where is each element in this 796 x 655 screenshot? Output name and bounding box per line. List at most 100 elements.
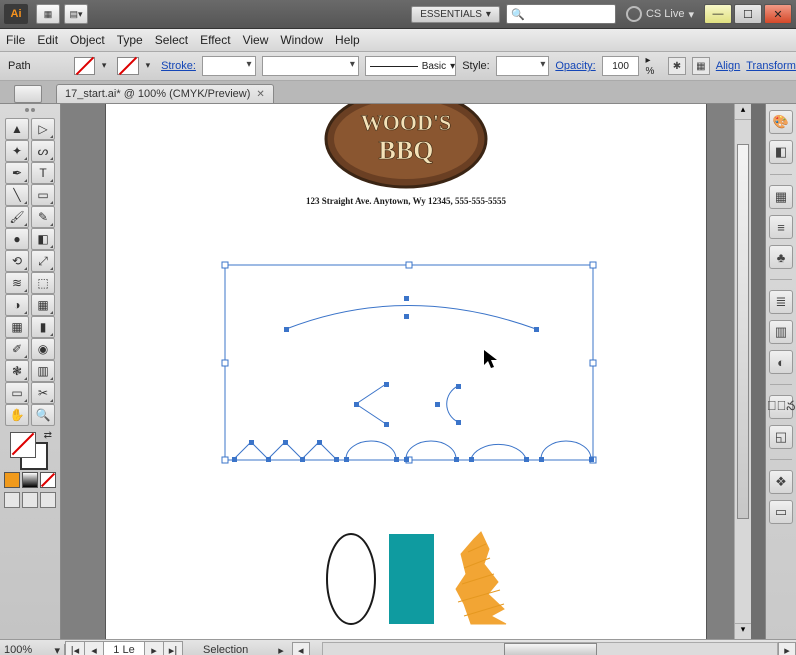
transform-link[interactable]: Transform	[746, 60, 796, 72]
transparency-panel-icon[interactable]: ◐	[769, 350, 793, 374]
hscroll-right[interactable]: ▸	[778, 642, 796, 655]
canvas-viewport[interactable]: WOOD'S BBQ 123 Straight Ave. Anytown, Wy…	[61, 104, 751, 639]
pen-tool[interactable]: ✒	[5, 162, 29, 184]
gradient-fill-chip[interactable]	[22, 472, 38, 488]
tab-arrange-button[interactable]	[14, 85, 42, 103]
arrange-docs-button[interactable]: ▤▾	[64, 4, 88, 24]
swatches-panel-icon[interactable]: ▦	[769, 185, 793, 209]
hand-tool[interactable]: ✋	[5, 404, 29, 426]
artboards-panel-icon[interactable]: ▭	[769, 500, 793, 524]
eyedropper-tool[interactable]: ✐	[5, 338, 29, 360]
menu-effect[interactable]: Effect	[200, 33, 230, 47]
artboard-tool[interactable]: ▭	[5, 382, 29, 404]
blend-tool[interactable]: ◉	[31, 338, 55, 360]
rectangle-tool[interactable]: ▭	[31, 184, 55, 206]
artboard-prev[interactable]: ◂	[85, 641, 104, 655]
cs-live-button[interactable]: CS Live▾	[626, 6, 694, 22]
swap-fill-stroke-icon[interactable]: ⇄	[44, 430, 52, 441]
tools-grip[interactable]	[7, 108, 53, 116]
color-panel-icon[interactable]: 🎨	[769, 110, 793, 134]
gradient-tool[interactable]: ▮	[31, 316, 55, 338]
ellipse-shape	[327, 534, 375, 624]
document-tab[interactable]: 17_start.ai* @ 100% (CMYK/Preview) ✕	[56, 84, 274, 103]
eraser-tool[interactable]: ◧	[31, 228, 55, 250]
selection-tool[interactable]: ▲	[5, 118, 29, 140]
artboard-number[interactable]: 1 Le	[104, 641, 145, 655]
pencil-tool[interactable]: ✎	[31, 206, 55, 228]
fill-swatch[interactable]	[74, 57, 96, 75]
color-guide-panel-icon[interactable]: ◧	[769, 140, 793, 164]
draw-inside[interactable]	[40, 492, 56, 508]
menu-select[interactable]: Select	[155, 33, 188, 47]
width-tool[interactable]: ≋	[5, 272, 29, 294]
paintbrush-tool[interactable]: 🖌	[5, 206, 29, 228]
search-input[interactable]: 🔍	[506, 4, 616, 24]
align-link[interactable]: Align	[716, 60, 740, 72]
type-tool[interactable]: T	[31, 162, 55, 184]
artboard-first[interactable]: |◂	[65, 641, 85, 655]
gradient-panel-icon[interactable]: ▥	[769, 320, 793, 344]
menu-edit[interactable]: Edit	[37, 33, 58, 47]
screen-mode-row	[4, 492, 56, 508]
vertical-scrollbar[interactable]: ▴ ▾	[734, 104, 751, 639]
brushes-panel-icon[interactable]: ≡	[769, 215, 793, 239]
menu-type[interactable]: Type	[117, 33, 143, 47]
symbols-panel-icon[interactable]: ♣	[769, 245, 793, 269]
graphic-styles-panel-icon[interactable]: ◱	[769, 425, 793, 449]
free-transform-tool[interactable]: ⬚	[31, 272, 55, 294]
graph-tool[interactable]: ▥	[31, 360, 55, 382]
shape-builder-tool[interactable]: ◑	[5, 294, 29, 316]
direct-selection-tool[interactable]: ▷	[31, 118, 55, 140]
scale-tool[interactable]: ⤢	[31, 250, 55, 272]
panel-collapse-gap[interactable]	[751, 104, 765, 639]
menu-help[interactable]: Help	[335, 33, 360, 47]
close-button[interactable]: ✕	[764, 4, 792, 24]
artboard-next[interactable]: ▸	[145, 641, 164, 655]
blob-brush-tool[interactable]: ●	[5, 228, 29, 250]
color-fill-chip[interactable]	[4, 472, 20, 488]
stroke-weight-dropdown[interactable]	[202, 56, 256, 76]
hscroll-left[interactable]: ◂	[292, 642, 310, 655]
fill-stroke-control[interactable]: ⇄	[10, 432, 50, 468]
maximize-button[interactable]: ☐	[734, 4, 762, 24]
none-fill-chip[interactable]	[40, 472, 56, 488]
variable-width-dropdown[interactable]	[262, 56, 359, 76]
opacity-link[interactable]: Opacity:	[555, 60, 595, 72]
stroke-link[interactable]: Stroke:	[161, 60, 196, 72]
draw-normal[interactable]	[4, 492, 20, 508]
menu-window[interactable]: Window	[280, 33, 323, 47]
fill-box[interactable]	[10, 432, 36, 458]
layers-panel-icon[interactable]: ❖	[769, 470, 793, 494]
close-tab-icon[interactable]: ✕	[256, 89, 264, 100]
menu-object[interactable]: Object	[70, 33, 105, 47]
appearance-panel-icon[interactable]: �ైన	[769, 395, 793, 419]
recolor-button[interactable]: ✱	[668, 57, 686, 75]
mesh-tool[interactable]: ▦	[5, 316, 29, 338]
symbol-sprayer-tool[interactable]: ❃	[5, 360, 29, 382]
brush-definition-dropdown[interactable]: Basic▾	[365, 56, 456, 76]
stroke-swatch[interactable]	[117, 57, 139, 75]
draw-behind[interactable]	[22, 492, 38, 508]
zoom-dropdown[interactable]: 100%▾	[0, 644, 65, 655]
menu-view[interactable]: View	[243, 33, 269, 47]
rotate-tool[interactable]: ⟲	[5, 250, 29, 272]
workspace-switcher[interactable]: ESSENTIALS▾	[411, 6, 500, 23]
artboard-last[interactable]: ▸|	[164, 641, 183, 655]
perspective-tool[interactable]: ▦	[31, 294, 55, 316]
magic-wand-tool[interactable]: ✦	[5, 140, 29, 162]
artboard[interactable]: WOOD'S BBQ 123 Straight Ave. Anytown, Wy…	[105, 104, 707, 639]
bridge-button[interactable]: ▦	[36, 4, 60, 24]
stroke-panel-icon[interactable]: ≣	[769, 290, 793, 314]
minimize-button[interactable]: —	[704, 4, 732, 24]
opacity-value[interactable]: 100	[602, 56, 640, 76]
artboard-nav: |◂ ◂ 1 Le ▸ ▸|	[65, 641, 183, 655]
zoom-tool[interactable]: 🔍	[31, 404, 55, 426]
menu-file[interactable]: File	[6, 33, 25, 47]
line-tool[interactable]: ╲	[5, 184, 29, 206]
style-dropdown[interactable]	[496, 56, 550, 76]
opacity-pct-btn[interactable]: ▸ %	[645, 55, 662, 77]
lasso-tool[interactable]: ᔕ	[31, 140, 55, 162]
slice-tool[interactable]: ✂	[31, 382, 55, 404]
horizontal-scrollbar[interactable]	[322, 642, 778, 655]
align-pref-button[interactable]: ▦	[692, 57, 710, 75]
